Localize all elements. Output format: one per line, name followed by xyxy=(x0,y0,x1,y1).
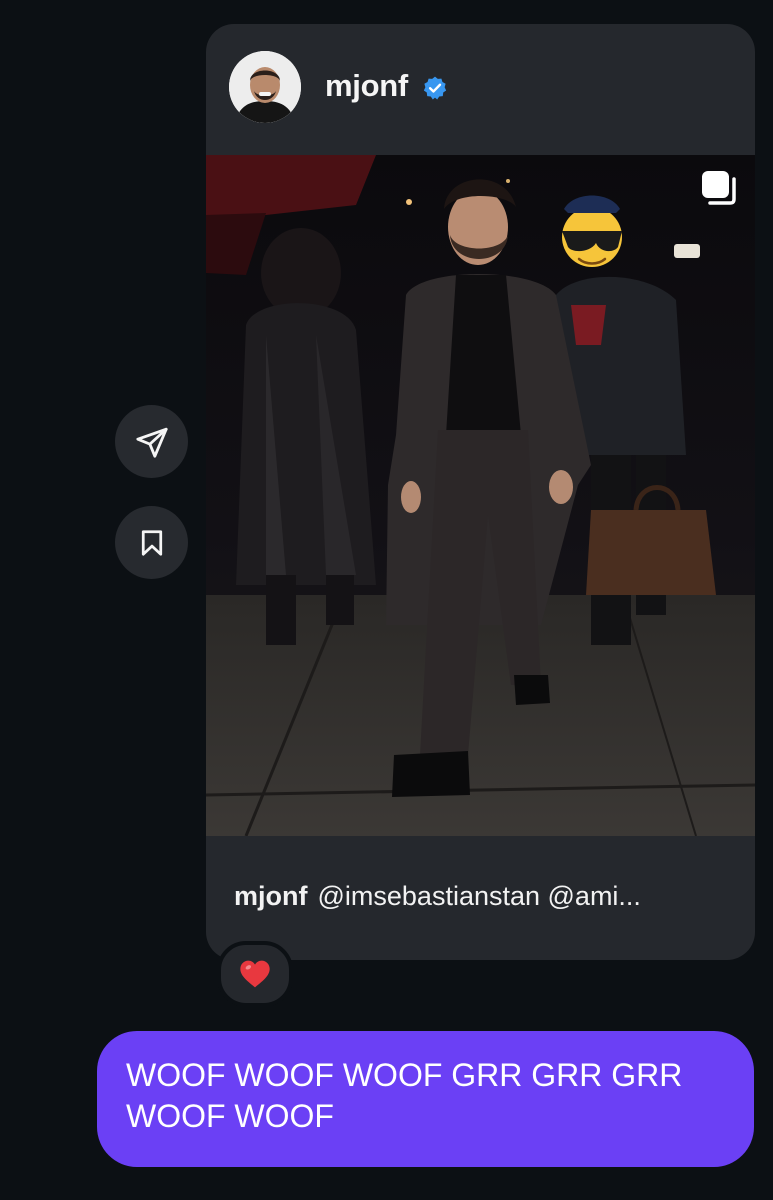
post-image[interactable] xyxy=(206,155,755,836)
shared-post-card[interactable]: mjonf mjonf @imsebastianstan @ami... xyxy=(206,24,755,960)
heart-icon xyxy=(240,960,270,988)
outgoing-message-bubble[interactable]: WOOF WOOF WOOF GRR GRR GRR WOOF WOOF xyxy=(97,1031,754,1167)
share-button[interactable] xyxy=(115,405,188,478)
bookmark-icon xyxy=(141,529,162,556)
post-username[interactable]: mjonf xyxy=(325,68,408,104)
post-caption: mjonf @imsebastianstan @ami... xyxy=(234,881,734,912)
multiple-images-icon xyxy=(702,171,736,205)
photo xyxy=(206,155,755,836)
save-button[interactable] xyxy=(115,506,188,579)
paper-plane-icon xyxy=(135,427,168,458)
post-header[interactable]: mjonf xyxy=(206,24,755,155)
message-text: WOOF WOOF WOOF GRR GRR GRR WOOF WOOF xyxy=(126,1057,683,1134)
person-avatar-icon xyxy=(229,51,301,123)
verified-badge-icon xyxy=(423,76,447,100)
caption-text: @imsebastianstan @ami... xyxy=(317,881,641,911)
avatar[interactable] xyxy=(229,51,301,123)
caption-username[interactable]: mjonf xyxy=(234,881,308,911)
message-reaction[interactable] xyxy=(217,941,293,1007)
chat-thread: mjonf mjonf @imsebastianstan @ami... WOO… xyxy=(0,0,773,1200)
